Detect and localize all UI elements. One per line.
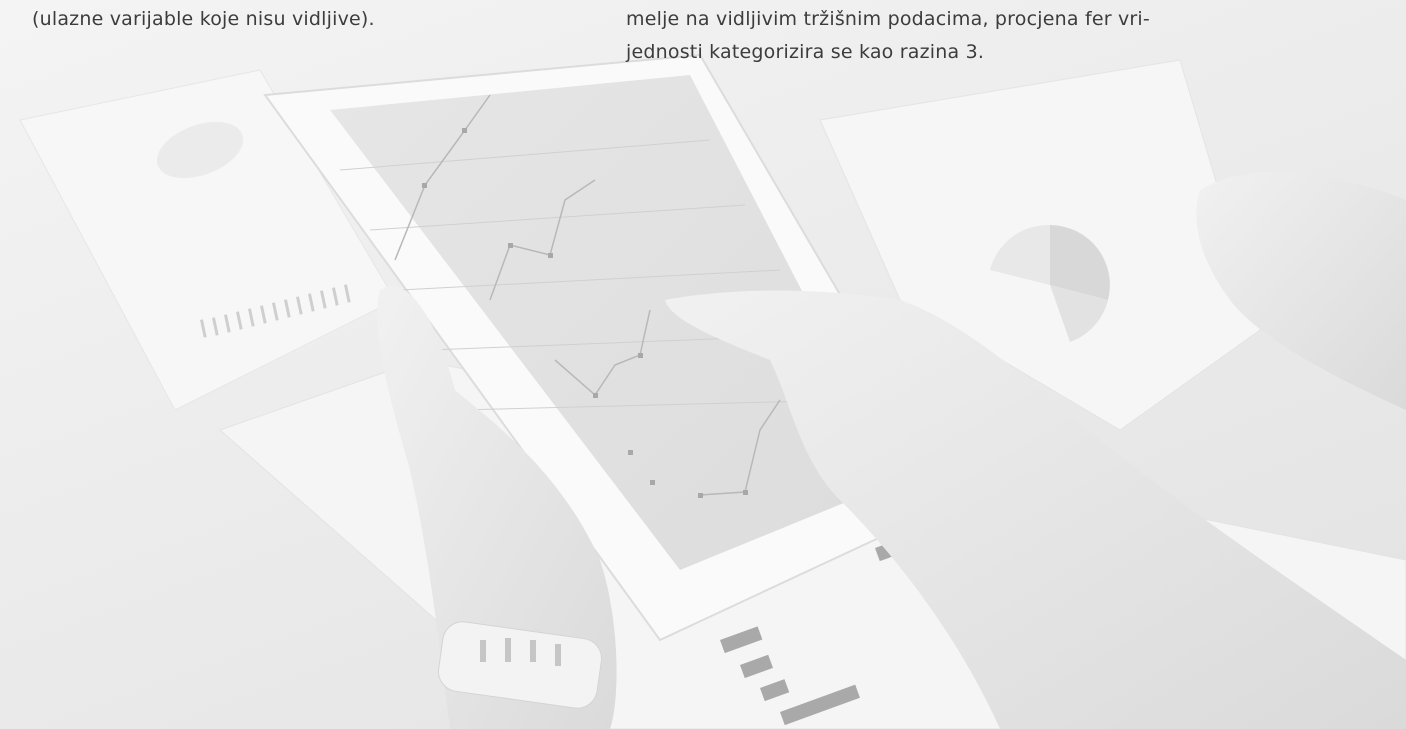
right-paper xyxy=(819,59,1261,431)
left-paper xyxy=(19,69,396,411)
bottom-paper xyxy=(219,359,1406,729)
tablet xyxy=(263,53,962,642)
right-paragraph: melje na vidljivim tržišnim podacima, pr… xyxy=(626,3,1246,69)
right-paragraph-line: melje na vidljivim tržišnim podacima, pr… xyxy=(626,8,1150,30)
hands xyxy=(377,171,1406,729)
left-paragraph: (ulazne varijable koje nisu vidljive). xyxy=(32,8,375,30)
right-paragraph-line: jednosti kategorizira se kao razina 3. xyxy=(626,41,985,63)
background-photo xyxy=(0,0,1406,729)
